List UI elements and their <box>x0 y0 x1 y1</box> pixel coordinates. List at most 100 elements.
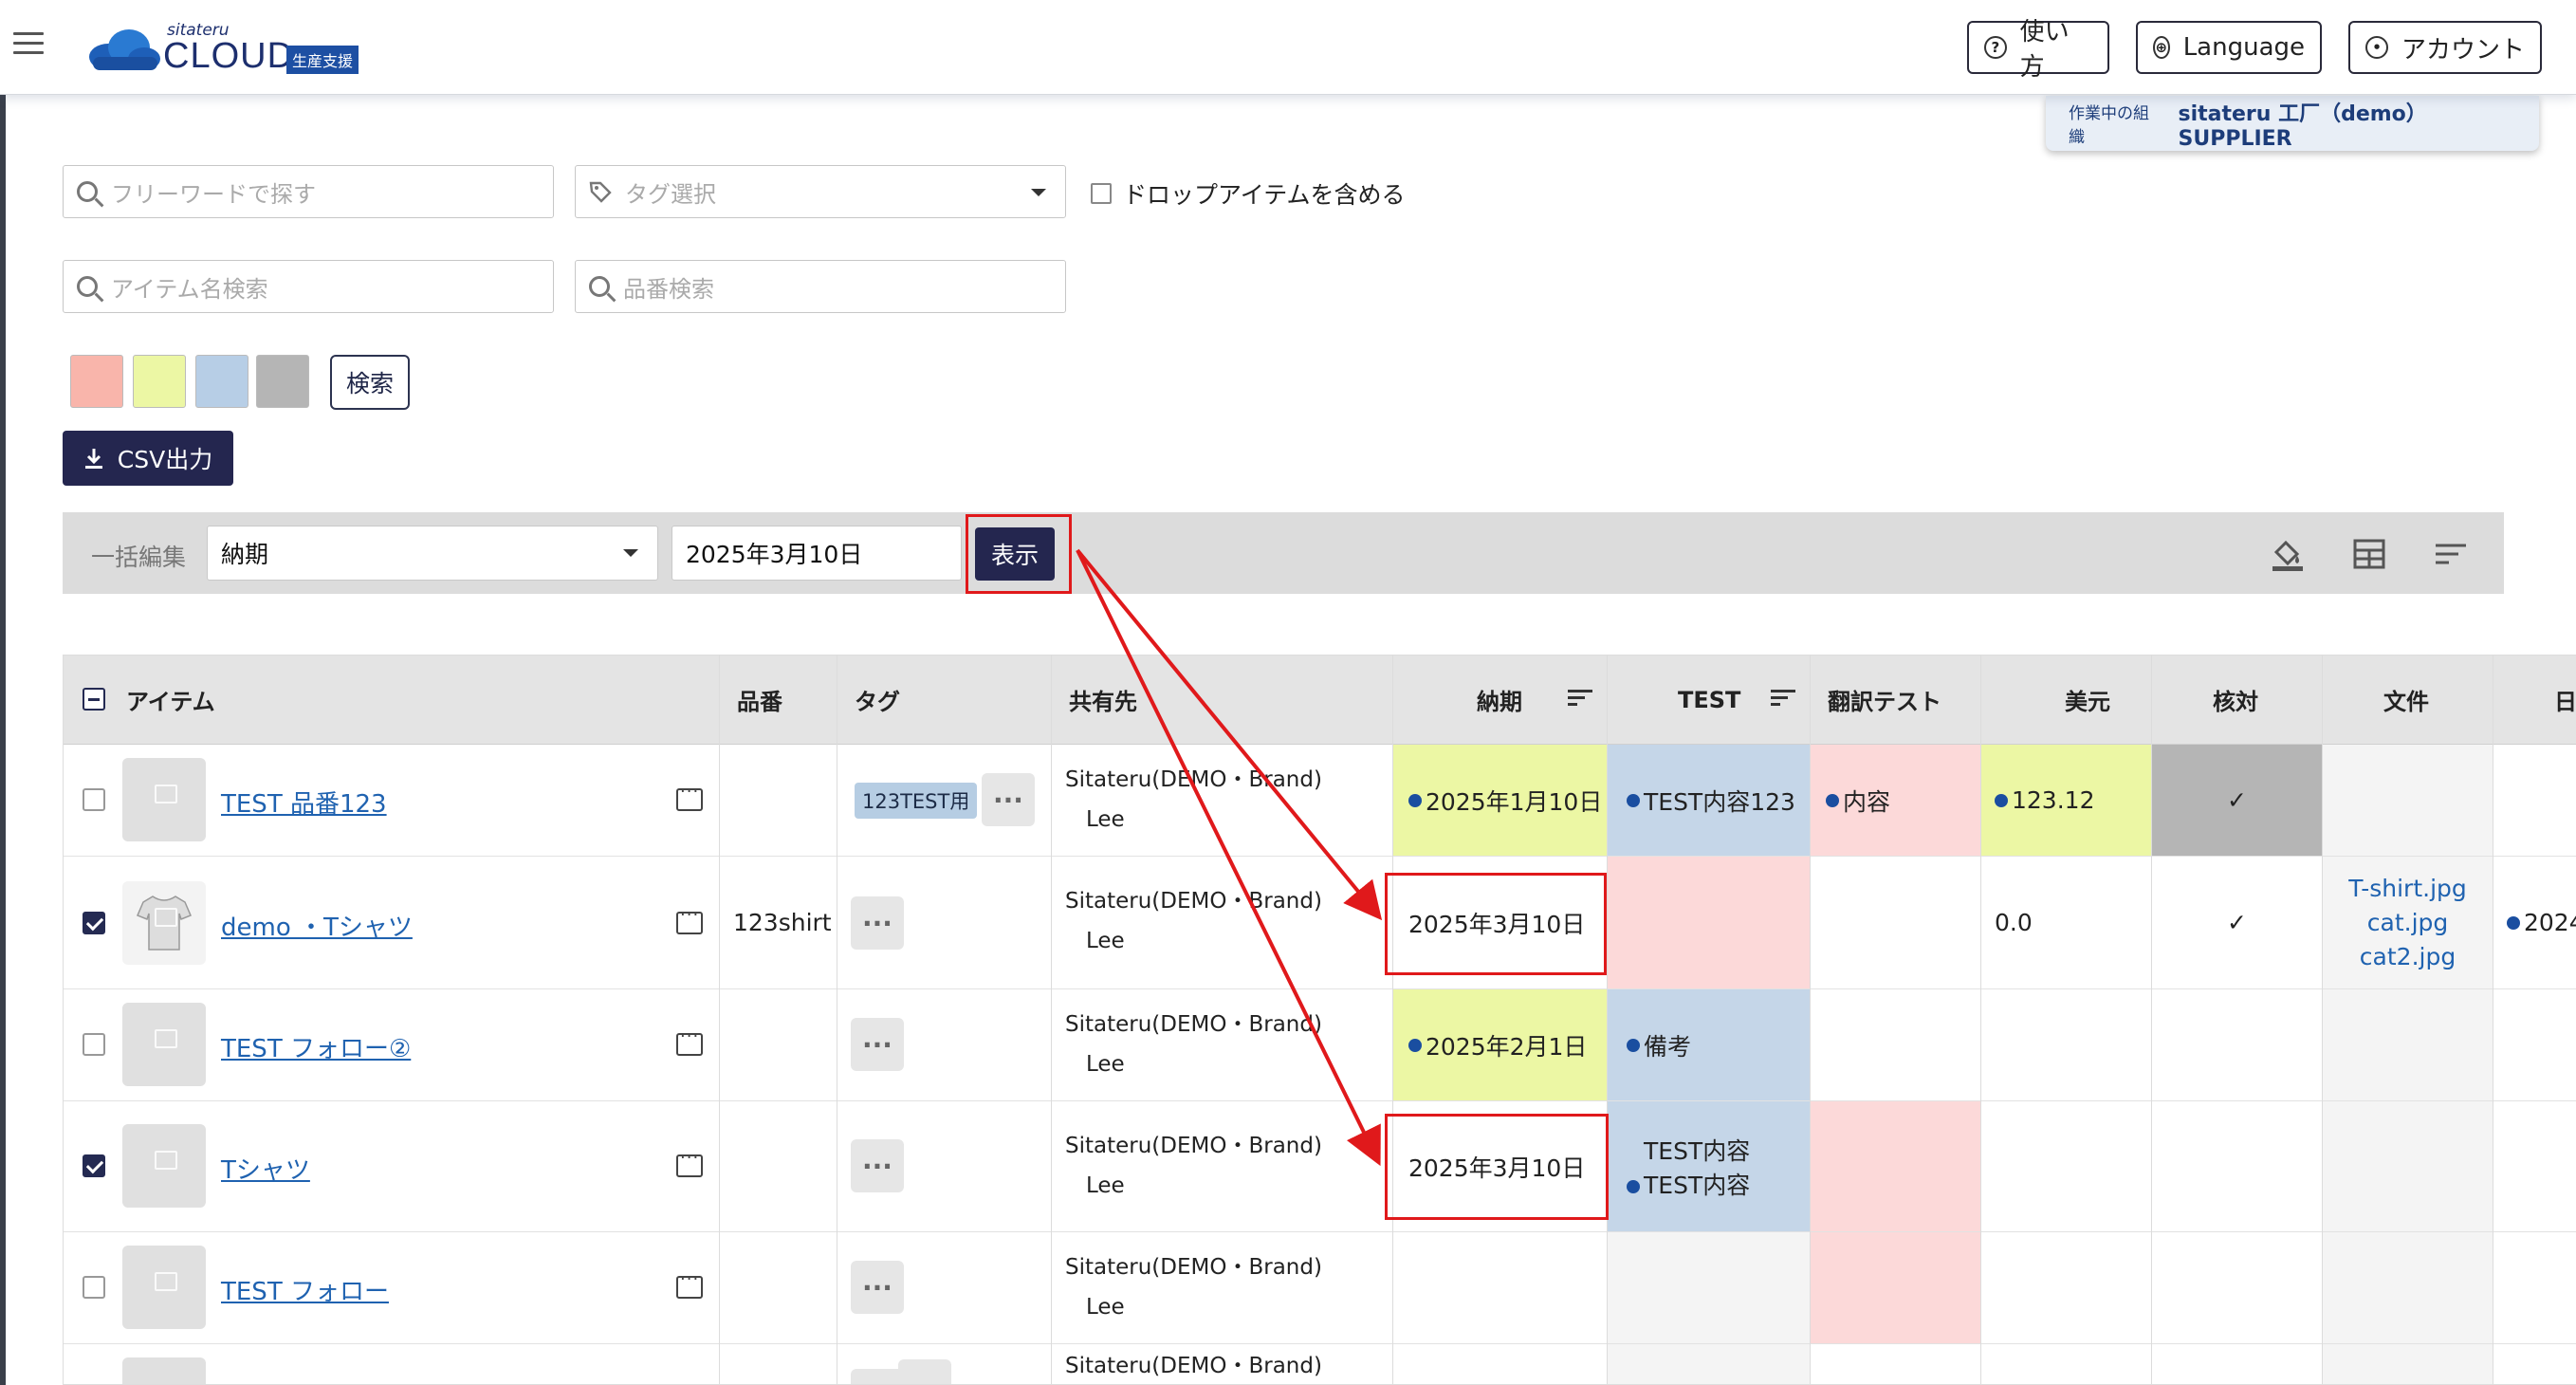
no-image-thumbnail[interactable] <box>122 1003 206 1086</box>
row-checkbox[interactable] <box>83 1154 105 1177</box>
date-cell[interactable] <box>2493 989 2576 1101</box>
language-button[interactable]: ⊕ Language <box>2136 21 2322 74</box>
comment-icon[interactable] <box>676 1026 703 1056</box>
help-button[interactable]: ? 使い方 <box>1967 18 2109 82</box>
more-icon[interactable] <box>898 1359 951 1384</box>
more-icon[interactable]: ··· <box>851 1139 904 1192</box>
date-cell[interactable] <box>2493 745 2576 857</box>
hamburger-menu-icon[interactable] <box>13 32 44 57</box>
column-tag: タグ 123TEST用 ··· ··· ··· ··· ··· ··· <box>837 656 1052 1384</box>
row-checkbox[interactable] <box>83 1276 105 1299</box>
row-checkbox[interactable] <box>83 788 105 811</box>
trans-value: 内容 <box>1843 787 1891 816</box>
select-all-checkbox[interactable] <box>83 688 105 711</box>
no-image-thumbnail[interactable] <box>122 1124 206 1208</box>
sort-icon[interactable] <box>1771 690 1795 707</box>
no-image-thumbnail[interactable] <box>122 1357 206 1384</box>
logo[interactable]: sitateru CLOUD 生産支援 <box>87 21 381 76</box>
files-cell[interactable]: T-shirt.jpg cat.jpg cat2.jpg <box>2323 857 2493 989</box>
due-cell[interactable]: 2025年1月10日 <box>1393 745 1607 857</box>
due-cell[interactable]: 2025年2月1日 <box>1393 989 1607 1101</box>
more-icon[interactable]: ··· <box>851 1369 904 1384</box>
item-link[interactable]: TEST フォロー <box>221 1272 389 1307</box>
csv-export-button[interactable]: CSV出力 <box>63 431 233 486</box>
test-cell[interactable]: TEST内容123 <box>1608 745 1810 857</box>
more-icon[interactable]: ··· <box>851 896 904 950</box>
files-cell[interactable] <box>2323 1344 2493 1384</box>
item-link[interactable]: demo ・Tシャツ <box>221 908 413 943</box>
account-button[interactable]: • アカウント <box>2348 21 2542 74</box>
no-image-thumbnail[interactable] <box>122 758 206 841</box>
trans-cell[interactable] <box>1811 857 1980 989</box>
org-label: 作業中の組織 <box>2069 104 2149 147</box>
file-link[interactable]: T-shirt.jpg <box>2348 872 2467 906</box>
item-link[interactable]: Tシャツ <box>221 1151 310 1186</box>
table-layout-icon[interactable] <box>2350 535 2388 573</box>
check-cell[interactable]: ✓ <box>2152 745 2322 857</box>
date-cell[interactable] <box>2493 1101 2576 1232</box>
search-button[interactable]: 検索 <box>330 355 410 410</box>
check-cell[interactable]: ✓ <box>2152 857 2322 989</box>
test-cell[interactable] <box>1608 1344 1810 1384</box>
usd-cell[interactable] <box>1981 1232 2151 1344</box>
header-files: 文件 <box>2323 656 2493 745</box>
sort-icon[interactable] <box>2432 535 2470 573</box>
usd-cell[interactable]: 0.0 <box>1981 857 2151 989</box>
freeword-search-input[interactable]: フリーワードで探す <box>63 165 554 218</box>
more-icon[interactable]: ··· <box>851 1018 904 1071</box>
row-checkbox[interactable] <box>83 1033 105 1056</box>
check-cell[interactable] <box>2152 1101 2322 1232</box>
tag-chip[interactable]: 123TEST用 <box>855 783 978 819</box>
trans-cell[interactable] <box>1811 1101 1980 1232</box>
item-link[interactable]: TEST フォロー② <box>221 1029 411 1064</box>
no-image-thumbnail[interactable] <box>122 1246 206 1329</box>
file-link[interactable]: cat2.jpg <box>2360 940 2456 974</box>
files-cell[interactable] <box>2323 1101 2493 1232</box>
files-cell[interactable] <box>2323 989 2493 1101</box>
more-icon[interactable]: ··· <box>982 773 1035 826</box>
part-no-cell <box>720 745 837 857</box>
sort-icon[interactable] <box>1568 690 1592 707</box>
usd-cell[interactable]: 123.12 <box>1981 745 2151 857</box>
tshirt-thumbnail[interactable] <box>122 881 206 965</box>
checkbox-box[interactable] <box>1091 183 1112 204</box>
trans-cell[interactable] <box>1811 1232 1980 1344</box>
comment-icon[interactable] <box>676 782 703 811</box>
bulk-date-input[interactable]: 2025年3月10日 <box>672 526 962 581</box>
bulk-field-select[interactable]: 納期 <box>207 526 658 581</box>
test-cell[interactable] <box>1608 1232 1810 1344</box>
share-user: Lee <box>1086 1295 1125 1320</box>
test-cell[interactable]: TEST内容 TEST内容 <box>1608 1101 1810 1232</box>
chevron-down-icon <box>623 549 638 557</box>
usd-cell[interactable] <box>1981 989 2151 1101</box>
item-link[interactable]: TEST 品番123 <box>221 785 387 820</box>
test-cell[interactable]: 備考 <box>1608 989 1810 1101</box>
color-swatch-pink[interactable] <box>70 355 123 408</box>
comment-icon[interactable] <box>676 1148 703 1177</box>
check-cell[interactable] <box>2152 989 2322 1101</box>
files-cell[interactable] <box>2323 745 2493 857</box>
check-cell[interactable] <box>2152 1232 2322 1344</box>
color-swatch-gray[interactable] <box>256 355 309 408</box>
include-drop-checkbox[interactable]: ドロップアイテムを含める <box>1091 176 1406 211</box>
dot-icon <box>1627 1179 1640 1193</box>
files-cell[interactable] <box>2323 1232 2493 1344</box>
trans-cell[interactable]: 内容 <box>1811 745 1980 857</box>
paint-bucket-icon[interactable] <box>2269 535 2307 573</box>
comment-icon[interactable] <box>676 905 703 934</box>
color-swatch-blue[interactable] <box>195 355 248 408</box>
date-cell[interactable]: 2024 <box>2493 857 2576 989</box>
color-swatch-yellow[interactable] <box>133 355 186 408</box>
date-cell[interactable] <box>2493 1232 2576 1344</box>
part-no-search-input[interactable]: 品番検索 <box>575 260 1066 313</box>
item-name-search-input[interactable]: アイテム名検索 <box>63 260 554 313</box>
due-cell[interactable] <box>1393 1232 1607 1344</box>
tag-select[interactable]: タグ選択 <box>575 165 1066 218</box>
row-checkbox[interactable] <box>83 912 105 934</box>
trans-cell[interactable] <box>1811 989 1980 1101</box>
usd-cell[interactable] <box>1981 1101 2151 1232</box>
comment-icon[interactable] <box>676 1269 703 1299</box>
more-icon[interactable]: ··· <box>851 1261 904 1314</box>
file-link[interactable]: cat.jpg <box>2367 906 2449 940</box>
test-cell[interactable] <box>1608 857 1810 989</box>
